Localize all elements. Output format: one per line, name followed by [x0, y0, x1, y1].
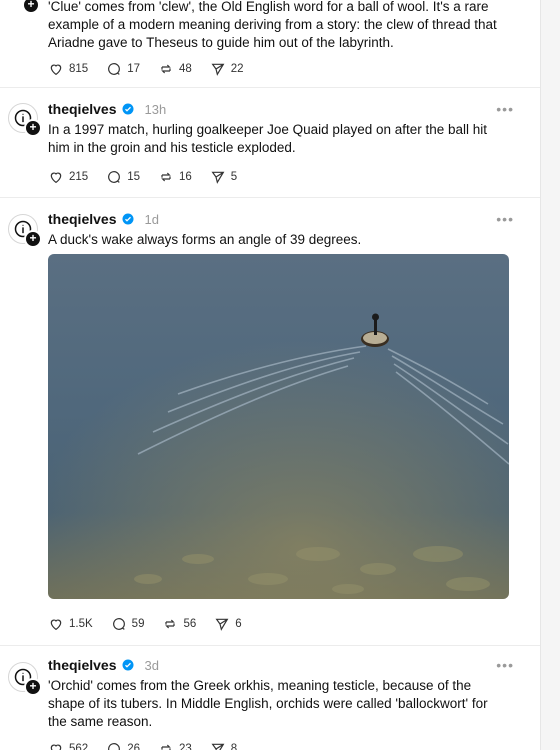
verified-badge-icon: [122, 213, 134, 225]
post-header: theqielves 1d: [48, 210, 159, 228]
like-count: 815: [69, 63, 89, 75]
heart-icon: [50, 64, 62, 76]
more-horizontal-icon[interactable]: •••: [496, 657, 514, 673]
share-button[interactable]: 5: [210, 169, 237, 185]
repost-icon: [161, 64, 171, 74]
like-button[interactable]: 1.5K: [48, 616, 93, 632]
send-icon: [211, 171, 225, 184]
more-horizontal-icon[interactable]: •••: [496, 211, 514, 227]
post-duck[interactable]: + theqielves 1d ••• A duck's wake always…: [0, 197, 540, 646]
reply-button[interactable]: 15: [106, 169, 140, 185]
repost-icon: [161, 172, 171, 182]
reply-count: 17: [127, 63, 140, 75]
heart-icon: [50, 619, 62, 631]
share-count: 22: [230, 63, 244, 75]
repost-count: 56: [183, 618, 197, 630]
send-icon: [211, 63, 225, 76]
reply-button[interactable]: 26: [106, 741, 140, 750]
post-time: 3d: [144, 657, 159, 673]
comment-icon: [112, 618, 125, 630]
post-time: 13h: [144, 101, 167, 117]
share-button[interactable]: 8: [210, 741, 237, 750]
username[interactable]: theqielves: [48, 211, 116, 227]
like-button[interactable]: 815: [48, 61, 88, 77]
reply-button[interactable]: 59: [111, 616, 145, 632]
comment-icon: [108, 63, 121, 75]
duck-photo[interactable]: [48, 254, 509, 599]
more-horizontal-icon[interactable]: •••: [496, 101, 514, 117]
username[interactable]: theqielves: [48, 101, 116, 117]
post-header: theqielves 3d: [48, 656, 159, 674]
share-count: 8: [230, 743, 238, 750]
share-button[interactable]: 6: [214, 616, 242, 632]
verified-badge-icon: [122, 103, 134, 115]
share-count: 5: [230, 171, 238, 183]
like-count: 1.5K: [69, 618, 93, 630]
follow-plus-icon[interactable]: +: [24, 678, 42, 696]
reply-button[interactable]: 17: [106, 61, 140, 77]
verified-badge-icon: [122, 659, 134, 671]
share-button[interactable]: 22: [210, 61, 244, 77]
reply-count: 15: [127, 171, 140, 183]
post-actions: 215 15 16 5: [48, 168, 255, 186]
share-count: 6: [235, 618, 242, 630]
avatar[interactable]: +: [8, 214, 42, 248]
follow-plus-icon[interactable]: +: [24, 230, 42, 248]
avatar[interactable]: +: [8, 662, 42, 696]
follow-plus-icon[interactable]: +: [22, 0, 40, 14]
post-orchid[interactable]: + theqielves 3d ••• 'Orchid' comes from …: [0, 645, 540, 750]
comment-icon: [108, 743, 121, 750]
repost-count: 16: [178, 171, 192, 183]
post-text: In a 1997 match, hurling goalkeeper Joe …: [48, 122, 488, 155]
username[interactable]: theqielves: [48, 657, 116, 673]
post-actions: 562 26 23 8: [48, 740, 255, 750]
reply-count: 26: [127, 743, 140, 750]
send-icon: [211, 743, 225, 750]
repost-button[interactable]: 48: [158, 61, 192, 77]
post-text: 'Clue' comes from 'clew', the Old Englis…: [48, 0, 497, 50]
follow-plus-icon[interactable]: +: [24, 119, 42, 137]
heart-icon: [50, 744, 62, 750]
send-icon: [215, 618, 229, 631]
post-text: 'Orchid' comes from the Greek orkhis, me…: [48, 678, 488, 729]
avatar[interactable]: +: [8, 103, 42, 137]
post-header: theqielves 13h: [48, 100, 166, 118]
repost-button[interactable]: 16: [158, 169, 192, 185]
like-button[interactable]: 562: [48, 741, 88, 750]
reply-count: 59: [131, 618, 145, 630]
post-time: 1d: [144, 211, 159, 227]
like-count: 562: [69, 743, 89, 750]
comment-icon: [108, 171, 121, 183]
heart-icon: [50, 172, 62, 184]
threads-feed: + 'Clue' comes from 'clew', the Old Engl…: [0, 0, 541, 750]
repost-button[interactable]: 23: [158, 741, 192, 750]
repost-button[interactable]: 56: [162, 616, 196, 632]
avatar[interactable]: +: [8, 0, 40, 14]
post-actions: 1.5K 59 56 6: [48, 615, 260, 633]
repost-icon: [165, 619, 176, 629]
like-button[interactable]: 215: [48, 169, 88, 185]
post-text: A duck's wake always forms an angle of 3…: [48, 232, 362, 247]
post-clue[interactable]: + 'Clue' comes from 'clew', the Old Engl…: [0, 0, 540, 88]
like-count: 215: [69, 171, 89, 183]
post-hurling[interactable]: + theqielves 13h ••• In a 1997 match, hu…: [0, 87, 540, 198]
repost-icon: [161, 744, 171, 750]
post-actions: 815 17 48 22: [48, 60, 262, 78]
repost-count: 23: [178, 743, 192, 750]
repost-count: 48: [178, 63, 192, 75]
